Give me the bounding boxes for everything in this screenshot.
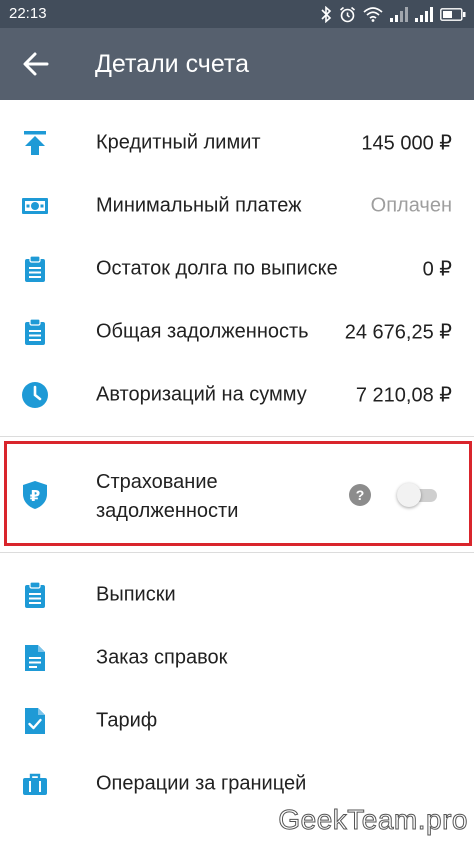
clipboard-icon	[25, 318, 45, 345]
minimum-payment-row: Минимальный платеж Оплачен	[0, 175, 474, 237]
total-debt-row: Общая задолженность 24 676,25 ₽	[0, 301, 474, 363]
clipboard-icon	[25, 255, 45, 282]
insurance-label-line1: Страхование	[96, 471, 218, 493]
menu-item-label: Тариф	[96, 709, 158, 732]
insurance-toggle[interactable]	[397, 483, 437, 507]
page-title: Детали счета	[95, 50, 249, 78]
watermark: GeekTeam.pro	[278, 804, 468, 836]
total-debt-value: 24 676,25 ₽	[344, 321, 452, 344]
bluetooth-icon	[321, 5, 332, 23]
menu-item-label: Заказ справок	[96, 646, 228, 669]
menu-item-label: Операции за границей	[96, 772, 307, 795]
minimum-payment-value: Оплачен	[370, 194, 452, 217]
divider	[0, 552, 474, 553]
checked-document-icon	[25, 708, 45, 734]
insurance-label-line2: задолженности	[96, 500, 239, 522]
document-icon	[25, 645, 45, 671]
credit-limit-label: Кредитный лимит	[96, 131, 261, 154]
status-icons	[320, 5, 466, 23]
statement-balance-row: Остаток долга по выписке 0 ₽	[0, 238, 474, 300]
menu-item-tariff[interactable]: Тариф	[0, 690, 474, 752]
ruble-shield-icon: ₽	[23, 481, 47, 509]
authorizations-row: Авторизаций на сумму 7 210,08 ₽	[0, 364, 474, 426]
signal-icon	[390, 6, 408, 22]
menu-item-statements[interactable]: Выписки	[0, 564, 474, 626]
clipboard-icon	[25, 581, 45, 608]
menu-item-certificates[interactable]: Заказ справок	[0, 627, 474, 689]
authorizations-value: 7 210,08 ₽	[355, 384, 452, 407]
menu-item-label: Выписки	[96, 583, 176, 606]
alarm-icon	[339, 6, 356, 22]
arrow-up-bar-icon	[24, 131, 46, 155]
insurance-label: Страхование задолженности	[96, 468, 238, 526]
authorizations-label: Авторизаций на сумму	[96, 383, 307, 406]
statement-balance-label: Остаток долга по выписке	[96, 257, 338, 280]
minimum-payment-label: Минимальный платеж	[96, 194, 302, 217]
divider	[0, 436, 474, 437]
status-time: 22:13	[9, 5, 47, 22]
battery-icon	[440, 7, 466, 21]
signal-icon-2	[415, 6, 433, 22]
toggle-knob	[397, 483, 421, 507]
status-bar: 22:13	[0, 0, 474, 28]
back-arrow-icon[interactable]	[22, 50, 50, 78]
svg-text:₽: ₽	[30, 487, 40, 505]
briefcase-icon	[23, 773, 47, 795]
statement-balance-value: 0 ₽	[422, 258, 452, 281]
app-bar: Детали счета	[0, 28, 474, 100]
banknote-icon	[22, 198, 48, 214]
wifi-icon	[363, 7, 383, 22]
credit-limit-row: Кредитный лимит 145 000 ₽	[0, 112, 474, 174]
help-button[interactable]: ?	[349, 484, 371, 506]
credit-limit-value: 145 000 ₽	[361, 132, 452, 155]
clock-icon	[22, 382, 48, 408]
total-debt-label: Общая задолженность	[96, 320, 309, 343]
